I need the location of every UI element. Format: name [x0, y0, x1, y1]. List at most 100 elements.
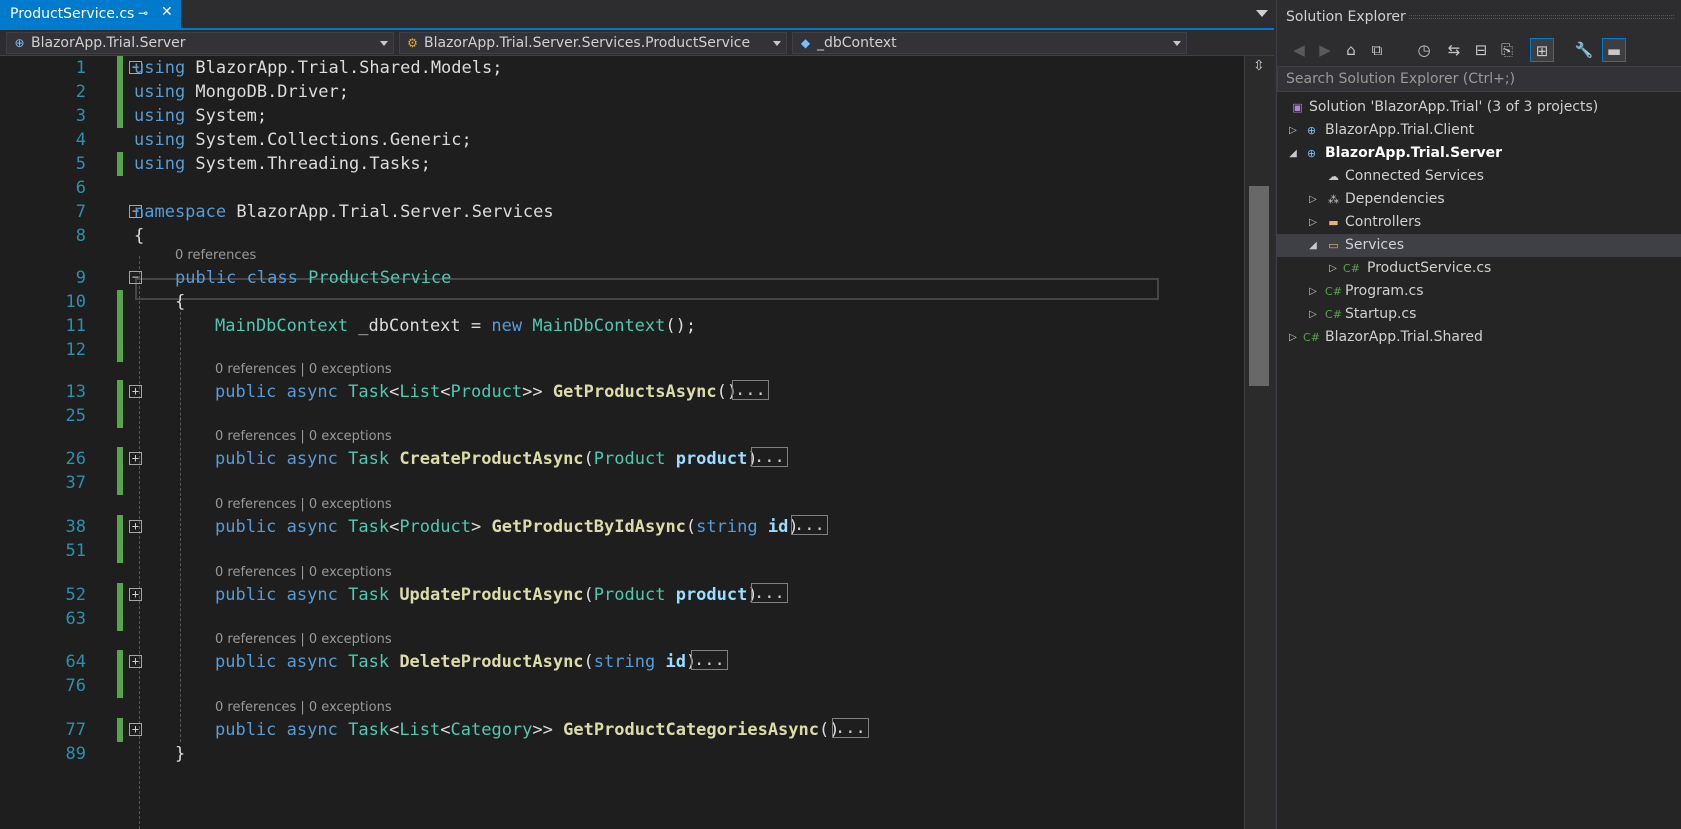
expand-arrow-icon[interactable]: ▷	[1287, 326, 1299, 349]
switch-views-icon[interactable]: ⧉	[1365, 38, 1389, 62]
project-dropdown[interactable]: ⊕ BlazorApp.Trial.Server	[6, 32, 394, 54]
tree-item-client-project[interactable]: ▷ ⊕ BlazorApp.Trial.Client	[1277, 119, 1681, 142]
codelens-references[interactable]: 0 references | 0 exceptions	[215, 630, 392, 650]
code-text: using System.Threading.Tasks;	[134, 154, 431, 174]
line-number: 4	[75, 130, 86, 150]
line-number: 38	[65, 517, 86, 537]
back-icon[interactable]: ◀	[1287, 38, 1311, 62]
expand-arrow-icon[interactable]: ▷	[1327, 257, 1339, 280]
collapsed-region[interactable]: ...	[832, 718, 869, 738]
line-number: 8	[75, 226, 86, 246]
expand-icon[interactable]: +	[129, 588, 142, 601]
code-text: namespace BlazorApp.Trial.Server.Service…	[134, 202, 554, 222]
line-number: 12	[65, 340, 86, 360]
expand-icon[interactable]: +	[129, 452, 142, 465]
line-number: 9	[75, 268, 86, 288]
sync-icon[interactable]: ⇆	[1442, 38, 1466, 62]
close-icon[interactable]: ✕	[161, 4, 173, 20]
code-editor: ProductService.cs ⊸ ✕ ⊕ BlazorApp.Trial.…	[0, 0, 1274, 829]
code-line: 5 using System.Threading.Tasks;	[0, 152, 1244, 176]
tree-item-dependencies[interactable]: ▷ ⁂ Dependencies	[1277, 188, 1681, 211]
expand-icon[interactable]: +	[129, 385, 142, 398]
change-indicator	[117, 152, 123, 176]
properties-wrench-icon[interactable]: 🔧	[1572, 38, 1596, 62]
scrollbar-thumb[interactable]	[1249, 186, 1269, 386]
navigation-bar: ⊕ BlazorApp.Trial.Server ⚙ BlazorApp.Tri…	[0, 30, 1274, 56]
type-dropdown[interactable]: ⚙ BlazorApp.Trial.Server.Services.Produc…	[399, 32, 787, 54]
expand-arrow-icon[interactable]: ▷	[1307, 188, 1319, 211]
tree-item-server-project[interactable]: ◢ ⊕ BlazorApp.Trial.Server	[1277, 142, 1681, 165]
code-line: 2 using MongoDB.Driver;	[0, 80, 1244, 104]
code-text: using System.Collections.Generic;	[134, 130, 472, 150]
solution-search-input[interactable]: Search Solution Explorer (Ctrl+;)	[1277, 66, 1681, 92]
tree-item-connected-services[interactable]: ☁ Connected Services	[1277, 165, 1681, 188]
expand-icon[interactable]: +	[129, 655, 142, 668]
expand-arrow-icon[interactable]: ▷	[1307, 303, 1319, 326]
pin-icon[interactable]: ⊸	[138, 6, 148, 20]
collapse-arrow-icon[interactable]: ◢	[1287, 142, 1299, 165]
change-indicator	[117, 718, 123, 742]
codelens-references[interactable]: 0 references | 0 exceptions	[215, 698, 392, 718]
expand-arrow-icon[interactable]: ▷	[1307, 280, 1319, 303]
member-dropdown[interactable]: ◆ _dbContext	[792, 32, 1187, 54]
expand-arrow-icon[interactable]: ▷	[1287, 119, 1299, 142]
collapse-arrow-icon[interactable]: ◢	[1307, 234, 1319, 257]
preview-pane-icon[interactable]: ▬	[1602, 38, 1626, 62]
split-window-icon[interactable]: ⇳	[1253, 58, 1265, 74]
codelens-references[interactable]: 0 references	[175, 246, 256, 266]
collapsed-region[interactable]: ...	[791, 515, 828, 535]
code-line: 7 − namespace BlazorApp.Trial.Server.Ser…	[0, 200, 1244, 224]
line-number: 10	[65, 292, 86, 312]
expand-icon[interactable]: +	[129, 520, 142, 533]
expand-icon[interactable]: +	[129, 723, 142, 736]
code-text-area[interactable]: 1 − using BlazorApp.Trial.Shared.Models;…	[0, 56, 1244, 829]
tree-item-solution[interactable]: ▣ Solution 'BlazorApp.Trial' (3 of 3 pro…	[1277, 96, 1681, 119]
preview-selected-icon[interactable]: ⊞	[1530, 38, 1554, 62]
line-number: 6	[75, 178, 86, 198]
codelens-references[interactable]: 0 references | 0 exceptions	[215, 563, 392, 583]
change-indicator	[117, 314, 123, 338]
code-line: 8 {	[0, 224, 1244, 248]
codelens-references[interactable]: 0 references | 0 exceptions	[215, 360, 392, 380]
collapsed-region[interactable]: ...	[691, 650, 728, 670]
show-all-files-icon[interactable]: ⎘	[1495, 38, 1519, 62]
forward-icon[interactable]: ▶	[1313, 38, 1337, 62]
vertical-scrollbar[interactable]: ⇳	[1244, 56, 1274, 829]
type-dropdown-value: BlazorApp.Trial.Server.Services.ProductS…	[424, 35, 751, 51]
tree-item-startup-cs[interactable]: ▷ C# Startup.cs	[1277, 303, 1681, 326]
tab-overflow-dropdown-icon[interactable]	[1256, 10, 1268, 17]
collapse-icon[interactable]: −	[129, 271, 142, 284]
solution-explorer-title-bar[interactable]: Solution Explorer	[1277, 0, 1681, 34]
tree-item-controllers[interactable]: ▷ ▬ Controllers	[1277, 211, 1681, 234]
codelens-references[interactable]: 0 references | 0 exceptions	[215, 495, 392, 515]
collapsed-region[interactable]: ...	[751, 447, 788, 467]
tree-item-services[interactable]: ◢ ▭ Services	[1277, 234, 1681, 257]
tab-productservice[interactable]: ProductService.cs ⊸ ✕	[0, 0, 181, 28]
codelens-references[interactable]: 0 references | 0 exceptions	[215, 427, 392, 447]
code-line: 3 using System;	[0, 104, 1244, 128]
globe-project-icon: ⊕	[14, 36, 25, 50]
collapsed-region[interactable]: ...	[732, 380, 769, 400]
line-number: 63	[65, 609, 86, 629]
code-line: 11 MainDbContext _dbContext = new MainDb…	[0, 314, 1244, 338]
expand-arrow-icon[interactable]: ▷	[1307, 211, 1319, 234]
home-icon[interactable]: ⌂	[1339, 38, 1363, 62]
code-line: 25	[0, 404, 1244, 428]
collapse-all-icon[interactable]: ⊟	[1469, 38, 1493, 62]
tree-item-program-cs[interactable]: ▷ C# Program.cs	[1277, 280, 1681, 303]
pending-changes-icon[interactable]: ◷	[1412, 38, 1436, 62]
tree-item-productservice-cs[interactable]: ▷ C# ProductService.cs	[1277, 257, 1681, 280]
drag-grip[interactable]	[1409, 15, 1674, 19]
line-number: 26	[65, 449, 86, 469]
change-indicator	[117, 471, 123, 495]
line-number: 37	[65, 473, 86, 493]
change-indicator	[117, 583, 123, 607]
change-indicator	[117, 104, 123, 128]
line-number: 77	[65, 720, 86, 740]
change-indicator	[117, 539, 123, 563]
tree-item-shared-project[interactable]: ▷ C# BlazorApp.Trial.Shared	[1277, 326, 1681, 349]
code-text: public async Task UpdateProductAsync(Pro…	[215, 585, 758, 605]
code-text: public async Task DeleteProductAsync(str…	[215, 652, 697, 672]
document-tab-bar: ProductService.cs ⊸ ✕	[0, 0, 1274, 30]
collapsed-region[interactable]: ...	[751, 583, 788, 603]
